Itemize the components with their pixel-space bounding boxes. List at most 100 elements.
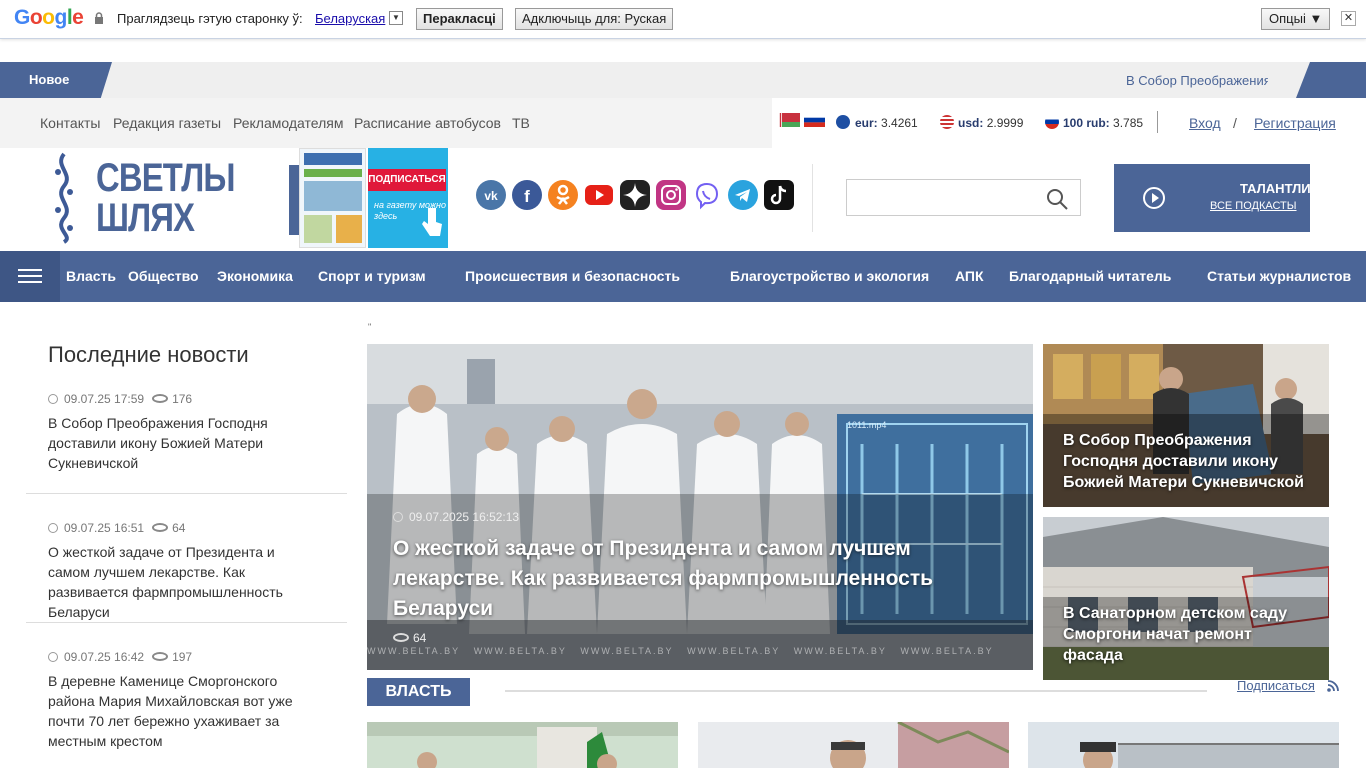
translate-bar: Google Праглядзець гэтую старонку ў: Бел… bbox=[0, 0, 1366, 39]
youtube-icon[interactable] bbox=[584, 180, 614, 210]
vk-icon[interactable]: vk bbox=[476, 180, 506, 210]
divider bbox=[812, 164, 813, 232]
news-title[interactable]: О жесткой задаче от Президента и самом л… bbox=[48, 542, 308, 622]
clock-icon bbox=[48, 523, 58, 533]
featured-news[interactable]: 1011.mp4 WWW.BELTA.BY WWW.BELTA.BY WWW.B… bbox=[367, 344, 1033, 670]
nav-item-incidents[interactable]: Происшествия и безопасность bbox=[465, 268, 680, 284]
usd-value: 2.9999 bbox=[986, 116, 1024, 130]
divider bbox=[26, 622, 347, 623]
nav-item-ecology[interactable]: Благоустройство и экология bbox=[730, 268, 929, 284]
usd-icon bbox=[940, 115, 954, 129]
close-icon[interactable]: ✕ bbox=[1341, 11, 1356, 26]
facebook-icon[interactable]: f bbox=[512, 180, 542, 210]
search-input[interactable] bbox=[847, 180, 1042, 215]
nav-item-apk[interactable]: АПК bbox=[955, 268, 984, 284]
divider bbox=[1157, 111, 1158, 133]
disable-translate-button[interactable]: Адключыць для: Руская bbox=[515, 8, 674, 30]
nav-item-vlast[interactable]: Власть bbox=[66, 268, 116, 284]
nav-item-articles[interactable]: Статьи журналистов bbox=[1207, 268, 1351, 284]
belarus-flag-icon[interactable] bbox=[779, 113, 800, 127]
logo-line-2: ШЛЯХ bbox=[96, 196, 195, 240]
podcast-banner[interactable]: ТАЛАНТЛИВЫЕ ВСЕ ПОДКАСТЫ bbox=[1114, 164, 1310, 232]
menu-icon[interactable] bbox=[0, 251, 60, 302]
news-ticker: Новое В Собор Преображения Господня дост… bbox=[0, 62, 1366, 98]
link-editorial[interactable]: Редакция газеты bbox=[113, 115, 221, 131]
top-links: Контакты Редакция газеты Рекламодателям … bbox=[0, 98, 772, 148]
nav-item-sport[interactable]: Спорт и туризм bbox=[318, 268, 426, 284]
eye-icon bbox=[152, 652, 169, 661]
rub-label: 100 rub: bbox=[1063, 116, 1110, 130]
eye-icon bbox=[152, 523, 169, 532]
tiktok-icon[interactable] bbox=[764, 180, 794, 210]
viber-icon[interactable] bbox=[692, 180, 722, 210]
odnoklassniki-icon[interactable] bbox=[548, 180, 578, 210]
search-icon[interactable] bbox=[1046, 188, 1068, 210]
news-views: 176 bbox=[172, 392, 193, 406]
usd-label: usd: bbox=[958, 116, 984, 130]
auth-separator: / bbox=[1233, 115, 1237, 131]
link-tv[interactable]: ТВ bbox=[512, 115, 530, 131]
screen-label: 1011.mp4 bbox=[847, 420, 887, 430]
language-select[interactable]: Беларуская bbox=[315, 11, 385, 26]
podcast-title: ТАЛАНТЛИВЫЕ bbox=[1240, 181, 1310, 196]
section-news-thumb[interactable] bbox=[698, 722, 1009, 768]
link-bus-schedule[interactable]: Расписание автобусов bbox=[354, 115, 501, 131]
subscribe-button[interactable]: ПОДПИСАТЬСЯ bbox=[368, 169, 446, 191]
nav-item-obshchestvo[interactable]: Общество bbox=[128, 268, 199, 284]
section-label[interactable]: ВЛАСТЬ bbox=[367, 678, 470, 706]
translate-button[interactable]: Перакласці bbox=[416, 8, 503, 30]
instagram-icon[interactable] bbox=[656, 180, 686, 210]
news-date: 09.07.25 17:59 bbox=[64, 392, 145, 406]
news-date: 09.07.25 16:51 bbox=[64, 521, 145, 535]
quote-mark: " bbox=[368, 322, 372, 332]
register-link[interactable]: Регистрация bbox=[1254, 115, 1336, 131]
currency-rates: eur: 3.4261 usd: 2.9999 100 rub: 3.785 В… bbox=[772, 98, 1366, 148]
subscribe-promo[interactable]: ПОДПИСАТЬСЯ на газету можно здесь bbox=[289, 148, 449, 248]
link-advertisers[interactable]: Рекламодателям bbox=[233, 115, 343, 131]
news-title[interactable]: В Собор Преображения Господня доставили … bbox=[48, 413, 308, 473]
promo-accent bbox=[289, 165, 299, 235]
featured-views: 64 bbox=[413, 631, 427, 645]
side-news-title[interactable]: В Санаторном детском саду Сморгони начат… bbox=[1063, 603, 1303, 666]
side-news-title[interactable]: В Собор Преображения Господня доставили … bbox=[1063, 430, 1318, 493]
news-title[interactable]: В деревне Каменице Сморгонского района М… bbox=[48, 671, 308, 751]
nav-item-reader[interactable]: Благодарный читатель bbox=[1009, 268, 1171, 284]
hand-pointer-icon bbox=[422, 208, 442, 236]
russia-flag-icon[interactable] bbox=[804, 113, 825, 127]
rss-icon[interactable] bbox=[1327, 680, 1339, 692]
subscribe-link[interactable]: Подписаться bbox=[1237, 678, 1315, 693]
rub-value: 3.785 bbox=[1113, 116, 1144, 130]
site-logo[interactable]: СВЕТЛЫ ШЛЯХ bbox=[50, 152, 236, 244]
clock-icon bbox=[393, 512, 403, 522]
ornament-icon bbox=[55, 152, 73, 244]
main-nav: Власть Общество Экономика Спорт и туризм… bbox=[0, 251, 1366, 302]
newspaper-cover bbox=[299, 148, 366, 248]
logo-line-1: СВЕТЛЫ bbox=[96, 156, 236, 200]
side-news-card[interactable]: В Собор Преображения Господня доставили … bbox=[1043, 344, 1329, 507]
link-contacts[interactable]: Контакты bbox=[40, 115, 100, 131]
login-link[interactable]: Вход bbox=[1189, 115, 1221, 131]
divider bbox=[505, 690, 1207, 692]
search-box bbox=[846, 179, 1081, 216]
section-news-thumb[interactable] bbox=[367, 722, 678, 768]
translate-prompt: Праглядзець гэтую старонку ў: bbox=[117, 11, 303, 26]
ticker-label: Новое bbox=[0, 62, 112, 98]
news-date: 09.07.25 16:42 bbox=[64, 650, 145, 664]
eye-icon bbox=[393, 633, 409, 642]
svg-text:vk: vk bbox=[484, 189, 498, 203]
options-button[interactable]: Опцыі ▼ bbox=[1261, 8, 1331, 30]
ticker-text[interactable]: В Собор Преображения Господня доставили … bbox=[1126, 73, 1268, 88]
eur-value: 3.4261 bbox=[881, 116, 918, 130]
last-news-title: Последние новости bbox=[48, 342, 249, 367]
all-podcasts-link[interactable]: ВСЕ ПОДКАСТЫ bbox=[1210, 200, 1297, 212]
section-news-thumb[interactable] bbox=[1028, 722, 1339, 768]
side-news-card[interactable]: В Санаторном детском саду Сморгони начат… bbox=[1043, 517, 1329, 680]
chevron-down-icon[interactable]: ▼ bbox=[389, 11, 403, 25]
eur-label: eur: bbox=[855, 116, 878, 130]
play-icon[interactable] bbox=[1143, 187, 1165, 209]
telegram-icon[interactable] bbox=[728, 180, 758, 210]
nav-item-ekonomika[interactable]: Экономика bbox=[217, 268, 293, 284]
dzen-icon[interactable] bbox=[620, 180, 650, 210]
svg-text:f: f bbox=[524, 187, 530, 206]
featured-title[interactable]: О жесткой задаче от Президента и самом л… bbox=[393, 534, 973, 624]
